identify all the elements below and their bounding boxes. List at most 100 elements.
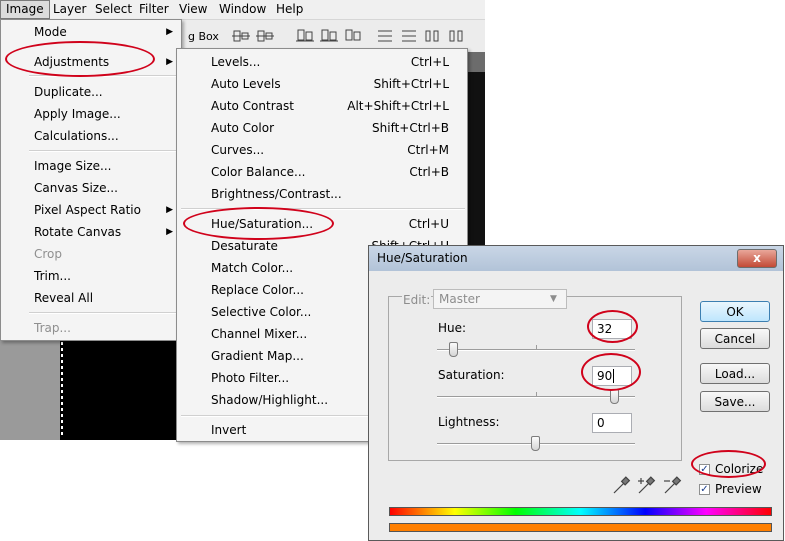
lightness-label: Lightness: — [438, 415, 500, 429]
menu-shortcut: Ctrl+L — [410, 55, 449, 69]
menu-item-auto-levels[interactable]: Auto Levels Shift+Ctrl+L — [177, 73, 467, 95]
menu-item-crop: Crop — [34, 247, 63, 261]
cancel-button[interactable]: Cancel — [700, 328, 770, 349]
menu-item-trap: Trap... — [34, 321, 71, 335]
menu-separator — [181, 208, 465, 210]
menu-layer[interactable]: Layer — [48, 1, 91, 18]
hue-slider-track[interactable] — [437, 349, 635, 351]
dialog-title-bar[interactable]: Hue/Saturation x — [369, 246, 783, 271]
menu-item-curves[interactable]: Curves... Ctrl+M — [177, 139, 467, 161]
eyedropper-plus-icon[interactable] — [636, 476, 656, 496]
menu-item-auto-contrast[interactable]: Auto Contrast Alt+Shift+Ctrl+L — [177, 95, 467, 117]
menu-item-trim[interactable]: Trim... — [1, 265, 181, 287]
preview-label[interactable]: Preview — [715, 482, 762, 496]
menu-item-canvas-size[interactable]: Canvas Size... — [1, 177, 181, 199]
menu-item-levels[interactable]: Levels... Ctrl+L — [177, 51, 467, 73]
menu-item-label: Auto Levels — [211, 77, 281, 91]
hue-slider-thumb[interactable] — [449, 342, 458, 357]
saturation-label: Saturation: — [438, 368, 505, 382]
eyedropper-minus-icon[interactable] — [662, 476, 682, 496]
slider-center-tick — [536, 392, 537, 396]
dialog-title: Hue/Saturation — [377, 251, 468, 265]
menu-item-label: Curves... — [211, 143, 265, 157]
canvas-image-area — [60, 340, 180, 440]
menu-item-label: Mode — [34, 25, 67, 39]
submenu-arrow-icon: ▶ — [166, 227, 173, 237]
menu-shortcut: Ctrl+U — [408, 217, 449, 231]
menu-item-pixel-aspect-ratio[interactable]: Pixel Aspect Ratio ▶ — [1, 199, 181, 221]
menu-item-label: Adjustments — [34, 55, 110, 69]
submenu-arrow-icon: ▶ — [166, 57, 173, 67]
saturation-value: 90 — [597, 369, 613, 383]
menu-item-adjustments[interactable]: Adjustments ▶ — [1, 51, 181, 73]
saturation-input[interactable]: 90 — [592, 366, 632, 386]
menu-item-image-size[interactable]: Image Size... — [1, 155, 181, 177]
hue-input[interactable]: 32 — [592, 319, 632, 339]
menu-item-hue-saturation[interactable]: Hue/Saturation... Ctrl+U — [177, 213, 467, 235]
menu-item-reveal-all[interactable]: Reveal All — [1, 287, 181, 309]
colorize-label[interactable]: Colorize — [715, 462, 763, 476]
edit-channel-select[interactable]: Master ▼ — [433, 289, 567, 309]
close-icon: x — [753, 251, 761, 265]
menu-image[interactable]: Image — [0, 0, 50, 19]
menu-item-label: Brightness/Contrast... — [211, 187, 342, 201]
menu-item-label: Desaturate — [211, 239, 278, 253]
menu-window[interactable]: Window — [214, 1, 271, 18]
submenu-arrow-icon: ▶ — [166, 205, 173, 215]
menu-item-mode[interactable]: Mode ▶ — [1, 21, 181, 43]
menu-item-label: Levels... — [211, 55, 261, 69]
menu-shortcut: Shift+Ctrl+B — [372, 121, 449, 135]
canvas-image-area — [465, 72, 485, 272]
preview-checkbox[interactable]: ✓ — [699, 484, 710, 495]
workspace-background — [0, 340, 60, 440]
menu-item-label: Auto Color — [211, 121, 275, 135]
input-spectrum-bar — [389, 507, 772, 516]
menu-separator — [29, 312, 179, 314]
toolbar-label: g Box — [188, 30, 219, 43]
menu-separator — [29, 75, 179, 77]
save-button[interactable]: Save... — [700, 391, 770, 412]
submenu-arrow-icon: ▶ — [166, 27, 173, 37]
hue-saturation-dialog: Hue/Saturation x Edit: Master ▼ Hue: 32 … — [368, 245, 784, 541]
canvas-frame — [465, 52, 485, 72]
result-color-bar — [389, 523, 772, 532]
image-menu-dropdown: Mode ▶ Adjustments ▶ Duplicate... Apply Im… — [0, 19, 182, 341]
menu-separator — [29, 150, 179, 152]
menu-item-color-balance[interactable]: Color Balance... Ctrl+B — [177, 161, 467, 183]
menu-help[interactable]: Help — [271, 1, 308, 18]
menu-item-calculations[interactable]: Calculations... — [1, 125, 181, 147]
menu-item-brightness-contrast[interactable]: Brightness/Contrast... — [177, 183, 467, 205]
load-button[interactable]: Load... — [700, 363, 770, 384]
saturation-slider-thumb[interactable] — [610, 389, 619, 404]
edit-label: Edit: — [402, 293, 432, 307]
saturation-slider-track[interactable] — [437, 396, 635, 398]
edit-channel-value: Master — [439, 292, 480, 306]
menu-bar: Image Layer Select Filter View Window He… — [0, 0, 485, 20]
menu-shortcut: Ctrl+M — [407, 143, 449, 157]
lightness-input[interactable]: 0 — [592, 413, 632, 433]
chevron-down-icon: ▼ — [550, 294, 557, 304]
menu-item-label: Pixel Aspect Ratio — [34, 203, 141, 217]
menu-item-duplicate[interactable]: Duplicate... — [1, 81, 181, 103]
menu-item-label: Rotate Canvas — [34, 225, 122, 239]
colorize-checkbox[interactable]: ✓ — [699, 464, 710, 475]
menu-item-rotate-canvas[interactable]: Rotate Canvas ▶ — [1, 221, 181, 243]
menu-item-apply-image[interactable]: Apply Image... — [1, 103, 181, 125]
menu-item-label: Hue/Saturation... — [211, 217, 314, 231]
close-button[interactable]: x — [737, 249, 777, 268]
menu-filter[interactable]: Filter — [134, 1, 174, 18]
menu-shortcut: Alt+Shift+Ctrl+L — [347, 99, 449, 113]
text-caret — [613, 369, 615, 383]
eyedropper-icon[interactable] — [611, 476, 631, 496]
align-icons[interactable] — [230, 28, 480, 44]
menu-item-label: Color Balance... — [211, 165, 306, 179]
menu-item-auto-color[interactable]: Auto Color Shift+Ctrl+B — [177, 117, 467, 139]
ok-button[interactable]: OK — [700, 301, 770, 322]
menu-view[interactable]: View — [174, 1, 212, 18]
hue-label: Hue: — [438, 321, 467, 335]
menu-item-label: Auto Contrast — [211, 99, 294, 113]
menu-select[interactable]: Select — [90, 1, 137, 18]
menu-shortcut: Ctrl+B — [409, 165, 449, 179]
selection-marquee — [61, 342, 63, 438]
lightness-slider-thumb[interactable] — [531, 436, 540, 451]
